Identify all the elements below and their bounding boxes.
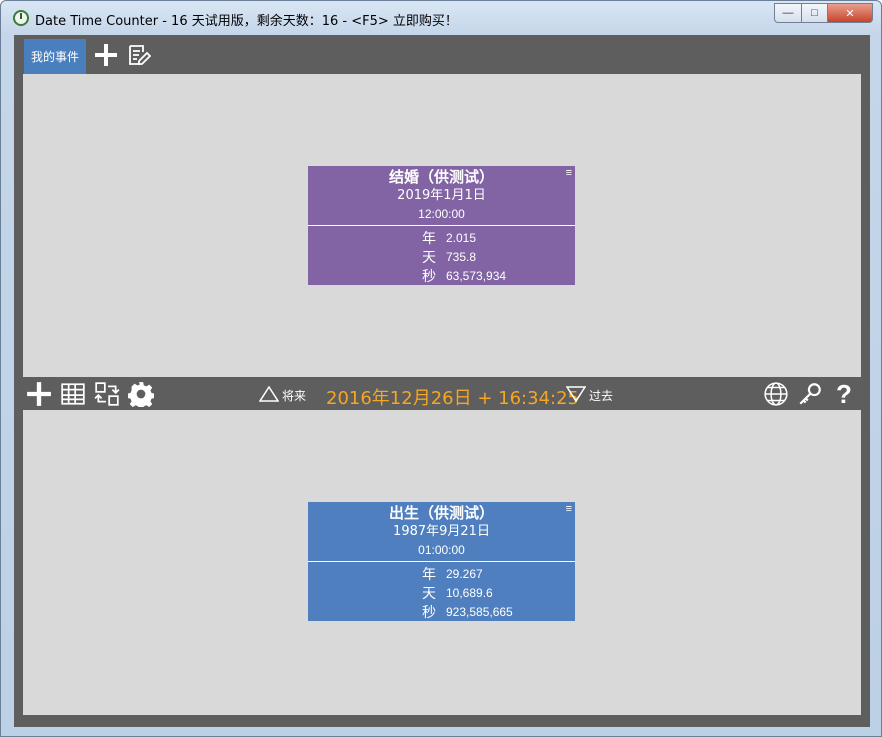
current-datetime[interactable]: 2016年12月26日 + 16:34:25 bbox=[326, 384, 579, 410]
event-card-birth[interactable]: 出生（供测试） 1987年9月21日 01:00:00 ≡ 年 29.267 天… bbox=[308, 502, 575, 621]
triangle-down-icon bbox=[565, 385, 587, 405]
event-time: 12:00:00 bbox=[418, 207, 465, 221]
title-bar[interactable]: Date Time Counter - 16 天试用版，剩余天数：16 - <F… bbox=[1, 1, 881, 35]
app-window: Date Time Counter - 16 天试用版，剩余天数：16 - <F… bbox=[0, 0, 882, 737]
event-title: 出生（供测试） bbox=[388, 504, 494, 522]
event-counters: 年 2.015 天 735.8 秒 63,573,934 bbox=[308, 226, 575, 285]
future-label: 将来 bbox=[282, 388, 307, 403]
counter-row-seconds: 秒 63,573,934 bbox=[308, 266, 575, 285]
swap-icon[interactable] bbox=[94, 381, 120, 407]
tab-my-events[interactable]: 我的事件 bbox=[24, 39, 86, 74]
counter-value: 63,573,934 bbox=[446, 268, 507, 283]
counter-value: 735.8 bbox=[446, 249, 477, 264]
window-controls: — □ ✕ bbox=[774, 3, 873, 23]
event-card-header: 结婚（供测试） 2019年1月1日 12:00:00 ≡ bbox=[308, 166, 575, 226]
counter-unit: 天 bbox=[422, 249, 436, 266]
minimize-button[interactable]: — bbox=[774, 3, 801, 23]
future-events-panel: 结婚（供测试） 2019年1月1日 12:00:00 ≡ 年 2.015 天 7… bbox=[23, 74, 861, 377]
counter-unit: 秒 bbox=[422, 604, 436, 621]
event-time: 01:00:00 bbox=[418, 543, 465, 557]
edit-icon[interactable] bbox=[127, 43, 152, 67]
gear-icon[interactable] bbox=[127, 381, 155, 410]
table-icon[interactable] bbox=[60, 381, 86, 407]
plus-icon[interactable] bbox=[94, 43, 118, 67]
triangle-up-icon bbox=[258, 385, 280, 405]
maximize-button[interactable]: □ bbox=[801, 3, 827, 23]
counter-unit: 秒 bbox=[422, 268, 436, 285]
counter-row-days: 天 735.8 bbox=[308, 247, 575, 266]
event-tabs-bar: 我的事件 bbox=[14, 35, 870, 74]
past-button[interactable]: 过去 bbox=[565, 385, 614, 405]
close-button[interactable]: ✕ bbox=[827, 3, 873, 23]
past-label: 过去 bbox=[589, 388, 614, 403]
counter-value: 923,585,665 bbox=[446, 604, 513, 619]
event-counters: 年 29.267 天 10,689.6 秒 923,585,665 bbox=[308, 562, 575, 621]
menu-icon[interactable]: ≡ bbox=[566, 504, 572, 515]
event-card-wedding[interactable]: 结婚（供测试） 2019年1月1日 12:00:00 ≡ 年 2.015 天 7… bbox=[308, 166, 575, 285]
event-card-header: 出生（供测试） 1987年9月21日 01:00:00 ≡ bbox=[308, 502, 575, 562]
plus-icon[interactable] bbox=[26, 381, 52, 407]
event-date: 1987年9月21日 bbox=[393, 524, 490, 539]
main-toolbar: 将来 2016年12月26日 + 16:34:25 过去 ? bbox=[14, 377, 870, 410]
counter-value: 10,689.6 bbox=[446, 585, 493, 600]
future-button[interactable]: 将来 bbox=[258, 385, 307, 405]
counter-row-years: 年 2.015 bbox=[308, 228, 575, 247]
counter-unit: 年 bbox=[422, 566, 436, 583]
counter-row-days: 天 10,689.6 bbox=[308, 583, 575, 602]
counter-unit: 天 bbox=[422, 585, 436, 602]
past-events-panel: 出生（供测试） 1987年9月21日 01:00:00 ≡ 年 29.267 天… bbox=[23, 410, 861, 715]
key-icon[interactable] bbox=[797, 381, 823, 407]
window-title: Date Time Counter - 16 天试用版，剩余天数：16 - <F… bbox=[35, 14, 458, 29]
counter-row-seconds: 秒 923,585,665 bbox=[308, 602, 575, 621]
counter-unit: 年 bbox=[422, 230, 436, 247]
client-area: 我的事件 结婚（供测试） 2019年1月1日 12:00:00 ≡ 年 2.01… bbox=[14, 35, 870, 727]
counter-value: 29.267 bbox=[446, 566, 483, 581]
event-date: 2019年1月1日 bbox=[397, 188, 486, 203]
event-title: 结婚（供测试） bbox=[388, 168, 494, 186]
menu-icon[interactable]: ≡ bbox=[566, 168, 572, 179]
globe-icon[interactable] bbox=[763, 381, 789, 407]
clock-app-icon bbox=[13, 10, 29, 26]
help-icon[interactable]: ? bbox=[831, 381, 857, 407]
counter-value: 2.015 bbox=[446, 230, 477, 245]
counter-row-years: 年 29.267 bbox=[308, 564, 575, 583]
